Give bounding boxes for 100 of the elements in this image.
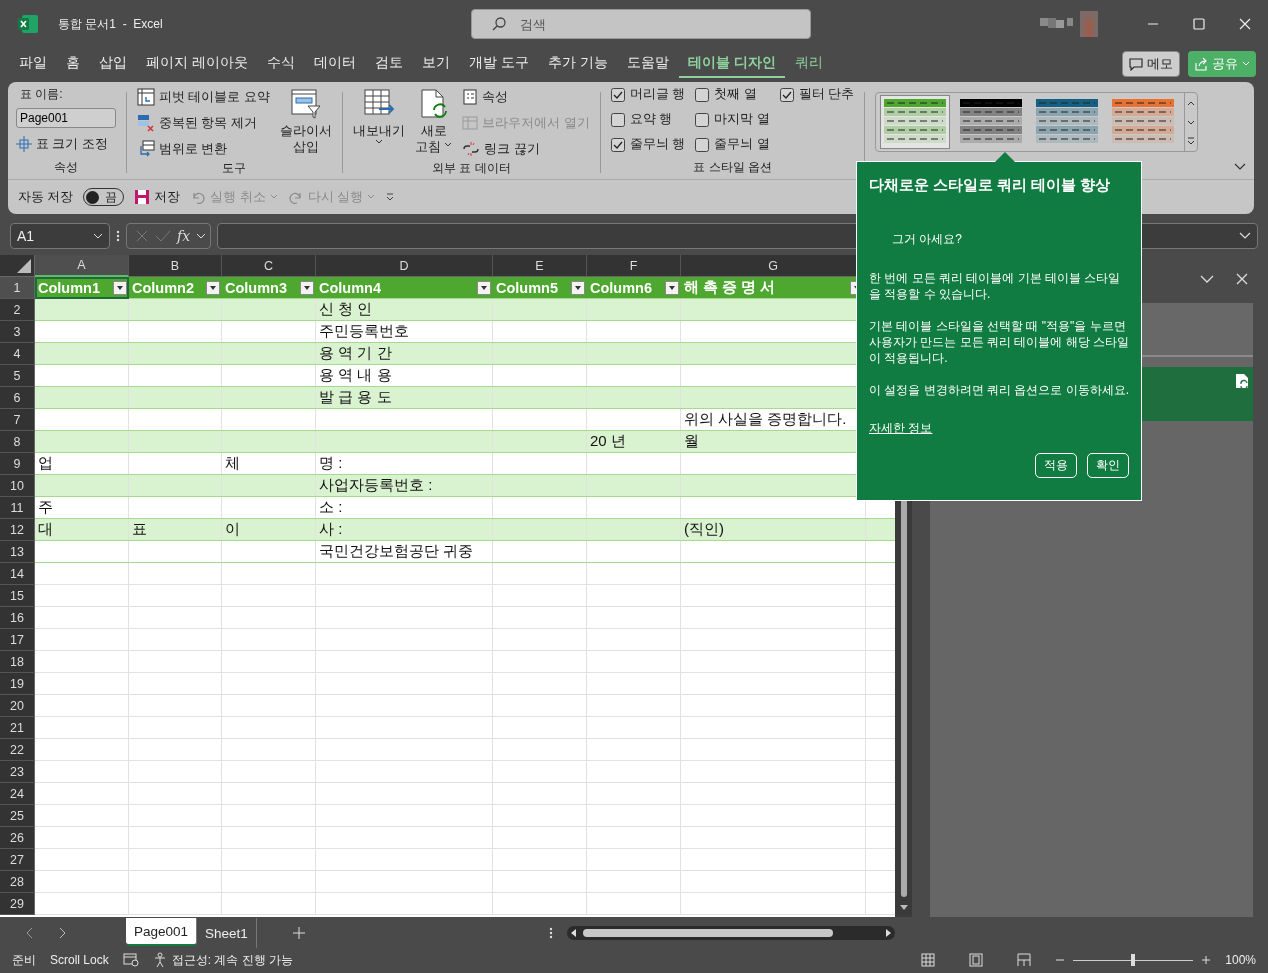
- column-header[interactable]: E: [493, 255, 587, 277]
- menu-tab[interactable]: 쿼리: [785, 50, 832, 78]
- search-field[interactable]: 검색: [470, 9, 811, 39]
- checkbox[interactable]: [695, 137, 710, 152]
- collapse-ribbon-icon[interactable]: [1234, 163, 1246, 171]
- checkbox-label[interactable]: 마지막 열: [714, 111, 770, 128]
- menu-tab[interactable]: 홈: [57, 50, 89, 78]
- ribbon-button[interactable]: 범위로 변환: [137, 138, 270, 160]
- ribbon-button[interactable]: 중복된 항목 제거: [137, 112, 270, 134]
- row-header[interactable]: 19: [0, 673, 35, 695]
- checkbox-label[interactable]: 줄무늬 열: [714, 136, 770, 153]
- row-header[interactable]: 5: [0, 365, 35, 387]
- tooltip-button[interactable]: 적용: [1035, 453, 1077, 478]
- page-layout-icon[interactable]: [969, 953, 984, 967]
- comments-button[interactable]: 메모: [1122, 51, 1180, 77]
- export-button[interactable]: 내보내기: [352, 86, 405, 145]
- menu-tab[interactable]: 검토: [365, 50, 412, 78]
- more-icon[interactable]: [116, 228, 120, 243]
- menu-tab[interactable]: 파일: [10, 50, 56, 78]
- zoom-in-icon[interactable]: [1201, 955, 1212, 965]
- menu-tab[interactable]: 데이터: [304, 50, 365, 78]
- menu-tab[interactable]: 페이지 레이아웃: [137, 50, 257, 78]
- sheet-tab[interactable]: Sheet1: [197, 918, 257, 948]
- close-icon[interactable]: [1239, 18, 1251, 30]
- column-header[interactable]: F: [587, 255, 681, 277]
- row-header[interactable]: 18: [0, 651, 35, 673]
- name-box[interactable]: A1: [10, 222, 110, 249]
- menu-tab[interactable]: 추가 기능: [538, 50, 617, 78]
- tooltip-button[interactable]: 확인: [1087, 453, 1129, 478]
- row-header[interactable]: 14: [0, 563, 35, 585]
- checkbox[interactable]: [779, 87, 794, 102]
- menu-tab[interactable]: 개발 도구: [459, 50, 538, 78]
- previous-sheet-icon[interactable]: [26, 927, 34, 939]
- row-header[interactable]: 12: [0, 519, 35, 541]
- row-header[interactable]: 6: [0, 387, 35, 409]
- menu-tab[interactable]: 보기: [412, 50, 459, 78]
- row-header[interactable]: 17: [0, 629, 35, 651]
- row-header[interactable]: 7: [0, 409, 35, 431]
- insert-slicer-button[interactable]: 슬라이서 삽입: [279, 86, 332, 155]
- row-header[interactable]: 22: [0, 739, 35, 761]
- more-icon[interactable]: [549, 926, 553, 940]
- insert-function-button[interactable]: fx: [177, 227, 191, 244]
- checkbox-label[interactable]: 요약 행: [629, 111, 673, 128]
- checkbox[interactable]: [610, 112, 625, 127]
- checkbox-label[interactable]: 줄무늬 행: [629, 136, 686, 153]
- row-header[interactable]: 13: [0, 541, 35, 563]
- row-header[interactable]: 9: [0, 453, 35, 475]
- row-header[interactable]: 1: [0, 277, 35, 299]
- row-header[interactable]: 26: [0, 827, 35, 849]
- checkbox[interactable]: [695, 112, 710, 127]
- column-header[interactable]: B: [129, 255, 222, 277]
- macro-record-icon[interactable]: [122, 953, 139, 967]
- chevron-down-icon[interactable]: [1200, 275, 1214, 283]
- ribbon-button[interactable]: 속성: [462, 86, 590, 108]
- column-header[interactable]: A: [35, 255, 129, 277]
- column-header[interactable]: C: [222, 255, 316, 277]
- zoom-slider[interactable]: [1073, 954, 1194, 966]
- horizontal-scrollbar[interactable]: [567, 926, 895, 940]
- checkbox-label[interactable]: 머리글 행: [629, 86, 686, 103]
- accessibility-status[interactable]: 접근성: 계속 진행 가능: [171, 951, 294, 969]
- maximize-icon[interactable]: [1193, 18, 1205, 30]
- normal-view-icon[interactable]: [921, 953, 936, 967]
- ribbon-button[interactable]: 피벗 테이블로 요약: [137, 86, 270, 108]
- checkbox[interactable]: [610, 137, 625, 152]
- row-header[interactable]: 27: [0, 849, 35, 871]
- filter-dropdown-icon[interactable]: [571, 280, 585, 295]
- filter-dropdown-icon[interactable]: [477, 280, 491, 295]
- ribbon-button[interactable]: 링크 끊기: [462, 138, 590, 160]
- row-header[interactable]: 10: [0, 475, 35, 497]
- select-all-icon[interactable]: [17, 259, 31, 273]
- row-header[interactable]: 2: [0, 299, 35, 321]
- resize-table-button[interactable]: 표 크기 조정: [16, 133, 108, 155]
- row-header[interactable]: 3: [0, 321, 35, 343]
- row-header[interactable]: 4: [0, 343, 35, 365]
- filter-dropdown-icon[interactable]: [665, 280, 679, 295]
- row-header[interactable]: 29: [0, 893, 35, 915]
- row-header[interactable]: 28: [0, 871, 35, 893]
- menu-tab[interactable]: 도움말: [617, 50, 678, 78]
- row-header[interactable]: 16: [0, 607, 35, 629]
- page-break-icon[interactable]: [1017, 953, 1032, 967]
- menu-tab[interactable]: 삽입: [90, 50, 136, 78]
- menu-tab[interactable]: 수식: [257, 50, 304, 78]
- refresh-button[interactable]: 새로 고침: [414, 86, 453, 155]
- menu-tab[interactable]: 테이블 디자인: [678, 50, 785, 78]
- row-header[interactable]: 21: [0, 717, 35, 739]
- table-name-field[interactable]: Page001: [16, 108, 116, 128]
- filter-dropdown-icon[interactable]: [300, 280, 314, 295]
- row-header[interactable]: 15: [0, 585, 35, 607]
- filter-dropdown-icon[interactable]: [113, 280, 127, 295]
- customize-toolbar-icon[interactable]: [385, 192, 396, 202]
- checkbox-label[interactable]: 필터 단추: [798, 86, 855, 103]
- row-header[interactable]: 8: [0, 431, 35, 453]
- column-header[interactable]: D: [316, 255, 493, 277]
- next-sheet-icon[interactable]: [58, 927, 66, 939]
- close-icon[interactable]: [1236, 273, 1248, 285]
- row-header[interactable]: 20: [0, 695, 35, 717]
- table-style-swatch[interactable]: [880, 95, 951, 149]
- row-header[interactable]: 25: [0, 805, 35, 827]
- save-button[interactable]: 저장: [134, 188, 181, 206]
- row-header[interactable]: 24: [0, 783, 35, 805]
